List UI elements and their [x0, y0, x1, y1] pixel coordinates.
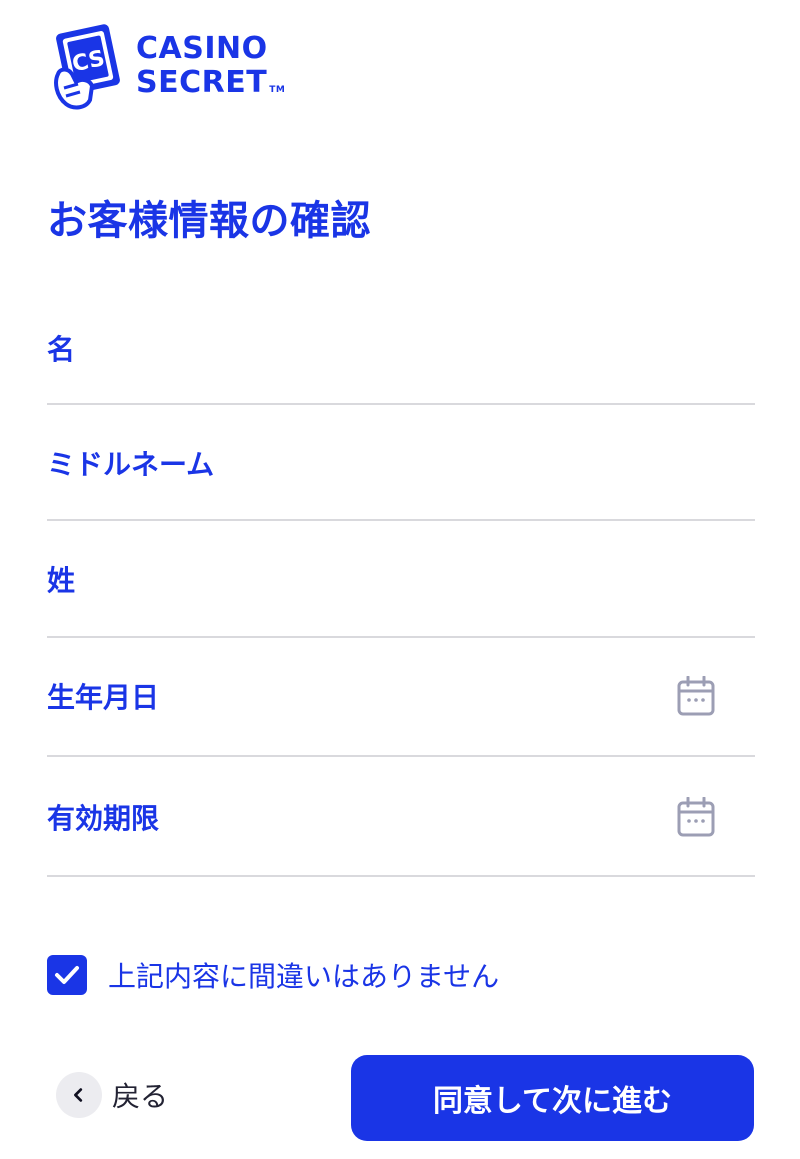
- field-label: 名: [47, 333, 76, 366]
- brand-wordmark: CASINO SECRET TM: [136, 32, 285, 107]
- brand-name-line2: SECRET TM: [136, 65, 286, 100]
- trademark: TM: [269, 85, 286, 95]
- page-title: お客様情報の確認: [47, 198, 371, 244]
- first-name-field[interactable]: 名: [47, 318, 755, 405]
- card-hand-icon: CS: [54, 24, 120, 110]
- confirmation-label[interactable]: 上記内容に間違いはありません: [108, 955, 499, 995]
- brand-name-line1: CASINO: [136, 31, 268, 66]
- back-label: 戻る: [112, 1080, 169, 1113]
- last-name-field[interactable]: 姓: [47, 521, 755, 638]
- chevron-left-icon: [56, 1072, 102, 1118]
- brand-logo: CS CASINO SECRET TM: [50, 24, 320, 110]
- field-label: ミドルネーム: [47, 448, 215, 481]
- agree-next-button[interactable]: 同意して次に進む: [351, 1055, 754, 1141]
- checkmark-icon: [55, 966, 79, 984]
- field-label: 有効期限: [47, 802, 160, 835]
- confirmation-checkbox[interactable]: [47, 955, 87, 995]
- middle-name-field[interactable]: ミドルネーム: [47, 405, 755, 521]
- field-label: 姓: [47, 564, 76, 597]
- back-button[interactable]: 戻る: [56, 1072, 168, 1118]
- expiry-date-field[interactable]: 有効期限: [47, 757, 755, 877]
- birth-date-field[interactable]: 生年月日: [47, 638, 755, 757]
- field-label: 生年月日: [47, 681, 160, 714]
- calendar-icon[interactable]: [677, 797, 715, 837]
- calendar-icon[interactable]: [677, 676, 715, 716]
